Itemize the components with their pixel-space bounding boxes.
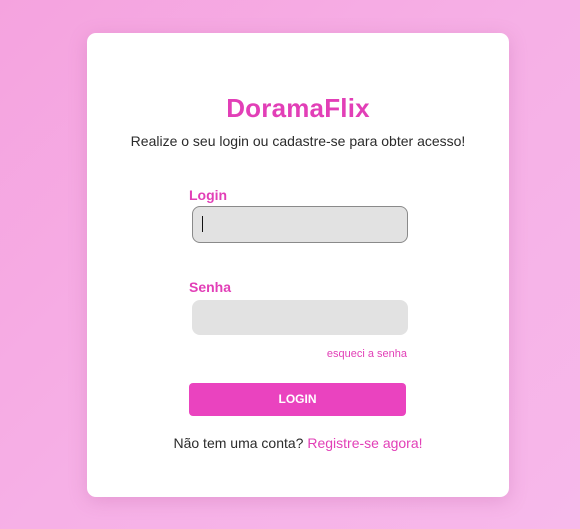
page-subtitle: Realize o seu login ou cadastre-se para … <box>130 133 466 149</box>
forgot-password-link[interactable]: esqueci a senha <box>327 348 407 360</box>
login-input[interactable] <box>192 206 408 243</box>
login-label: Login <box>189 187 228 203</box>
signup-link[interactable]: Registre-se agora! <box>307 435 422 451</box>
senha-input[interactable] <box>192 300 408 335</box>
text-caret <box>202 216 203 232</box>
login-card: DoramaFlix Realize o seu login ou cadast… <box>87 33 509 497</box>
signup-row: Não tem uma conta? Registre-se agora! <box>87 435 509 451</box>
signup-prompt: Não tem uma conta? <box>173 435 304 451</box>
senha-label: Senha <box>189 279 232 295</box>
app-title: DoramaFlix <box>226 93 370 123</box>
login-button[interactable]: LOGIN <box>189 383 406 416</box>
